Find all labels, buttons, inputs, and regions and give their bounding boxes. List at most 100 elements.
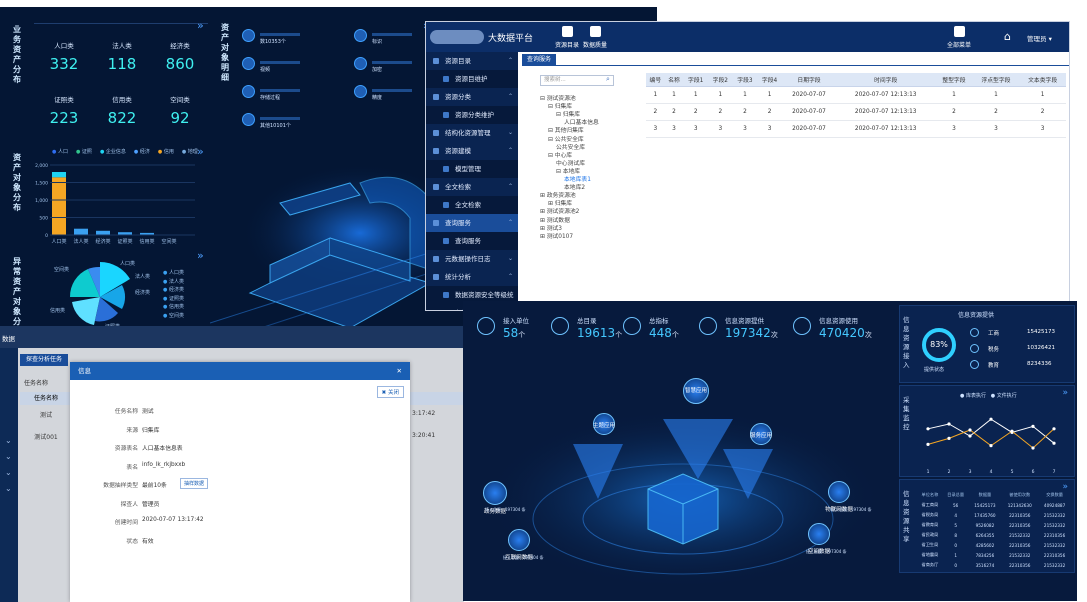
stats-panel: 人口类 332 法人类 118 经济类 860 证照类 223 信用类 822 空间类 92 [34, 23, 208, 141]
detail-bar [260, 89, 300, 92]
expand-icon[interactable]: » [197, 19, 204, 32]
column-header[interactable]: 文本类字段 [1019, 73, 1066, 87]
monitor-point [1052, 427, 1056, 431]
sidebar-item-label: 全文检索 [445, 183, 471, 191]
share-cell: 省民政局 [921, 532, 939, 537]
column-header[interactable]: 字段4 [757, 73, 782, 87]
sidebar-item[interactable]: 查询服务 [426, 232, 518, 250]
field-value: 有效 [142, 538, 154, 545]
hub-node-icon[interactable] [483, 481, 507, 505]
task-window-header: 数据 [0, 326, 464, 348]
share-row[interactable]: 省卫生局 0 4285602 22310356 21532332 [917, 540, 1071, 550]
legend-item: ● 企业信息 [99, 149, 126, 155]
table-cell: 1 [708, 86, 733, 104]
sidebar-item[interactable]: 资源目录 ⌃ [426, 52, 518, 70]
submenu-icon [443, 166, 449, 172]
tab-query-service[interactable]: 查询服务 [522, 54, 556, 66]
ring-label: 提供状态 [924, 367, 945, 373]
share-row[interactable]: 省商务厅 0 3516274 22310356 21532332 [917, 560, 1071, 570]
column-header[interactable]: 时间字段 [836, 73, 936, 87]
hub-node-icon[interactable] [828, 481, 850, 503]
table-cell: 1 [664, 86, 684, 104]
stat-value: 822 [107, 109, 137, 127]
expand-icon[interactable]: » [197, 145, 204, 158]
hub-node-icon[interactable] [508, 529, 530, 551]
sidebar-item[interactable]: 资源目维护 [426, 70, 518, 88]
table-row[interactable]: 1 1 1 1 1 1 2020-07-07 2020-07-07 12:13:13 1 1 1 [646, 86, 1066, 104]
detail-bar [260, 33, 300, 36]
pie-legend-item: ● 证照类 [163, 295, 184, 302]
share-row[interactable]: 省教育局 5 9526082 22310356 21532332 [917, 520, 1071, 530]
table-row[interactable]: 3 3 3 3 3 3 2020-07-07 2020-07-07 12:13:13 3 3 3 [646, 120, 1066, 138]
column-header[interactable]: 名称 [664, 73, 684, 87]
all-menu-button[interactable]: 全部菜单 [941, 26, 977, 49]
column-header[interactable]: 日期字段 [781, 73, 837, 87]
task-row-name[interactable]: 测试001 [20, 432, 72, 441]
kpi-card: 信息资源使用 470420次 [793, 313, 888, 349]
share-cell: 省商务厅 [921, 562, 939, 567]
progress-ring: 83% [922, 328, 956, 362]
access-item-icon [970, 360, 979, 369]
share-cell: 4285602 [975, 542, 995, 548]
share-row[interactable]: 省税务局 4 17435760 22310356 21532332 [917, 510, 1071, 520]
table-cell: 2020-07-07 12:13:13 [836, 120, 936, 138]
monitor-title: 采集监控 [903, 396, 910, 431]
share-cell: 0 [954, 542, 957, 548]
column-header[interactable]: 编号 [646, 73, 665, 87]
user-menu[interactable]: 管理员 ▾ [1027, 33, 1052, 43]
info-dialog: 信息 ✕ ✖ 关闭 任务名称 测试 来源 归集库 资源表名 人口基本信息表 表名 info_l… [70, 362, 410, 602]
column-header[interactable]: 字段3 [732, 73, 758, 87]
share-cell: 1 [954, 552, 957, 558]
kpi-icon [477, 317, 495, 335]
field-value: 人口基本信息表 [142, 446, 183, 452]
table-cell: 2 [664, 103, 684, 121]
share-row[interactable]: 省地震局 1 7834256 21532332 22310356 [917, 550, 1071, 560]
hub-node-icon[interactable] [808, 523, 830, 545]
chevron-icon: ⌃ [507, 93, 513, 100]
tab-analysis-task[interactable]: 探查分析任务 [20, 354, 68, 366]
sidebar-item[interactable]: 资源建模 ⌃ [426, 142, 518, 160]
sidebar-item[interactable]: 模型管理 [426, 160, 518, 178]
column-header[interactable]: 整型字段 [935, 73, 973, 87]
share-cell: 21532332 [1043, 512, 1066, 518]
stat-label: 空间类 [170, 96, 190, 104]
sample-data-button[interactable]: 抽样数据 [180, 478, 209, 489]
sidebar-item[interactable]: 元数据操作日志 ⌄ [426, 250, 518, 268]
chevron-down-icon[interactable]: ⌄ ⌄ ⌄ ⌄ [0, 433, 18, 497]
stat-label: 经济类 [170, 42, 190, 50]
share-row[interactable]: 省工商局 56 15425173 121342630 40924887 [917, 500, 1071, 510]
close-icon[interactable]: ✕ [397, 362, 402, 380]
legend-item: ● 经济 [133, 149, 150, 155]
task-row-name[interactable]: 测试 [20, 410, 72, 419]
sidebar-item[interactable]: 结构化资源管理 ⌄ [426, 124, 518, 142]
home-icon[interactable]: ⌂ [1004, 30, 1011, 43]
column-header[interactable]: 字段1 [683, 73, 708, 87]
x-tick-label: 7 [1053, 469, 1056, 474]
close-button[interactable]: ✖ 关闭 [376, 386, 404, 398]
search-icon[interactable]: ⌕ [606, 75, 610, 84]
kpi-number: 19613 [577, 326, 616, 340]
pie-label: 空间类 [54, 267, 70, 273]
kpi-number: 470420 [819, 326, 865, 340]
sidebar-item[interactable]: 查询服务 ⌃ [426, 214, 518, 232]
form-label: 任务名称 [24, 380, 49, 387]
share-cell: 22310356 [1009, 512, 1031, 518]
share-row[interactable]: 省民政局 8 6264355 21532332 22310356 [917, 530, 1071, 540]
sidebar-item[interactable]: 资源分类 ⌃ [426, 88, 518, 106]
sidebar-item[interactable]: 统计分析 ⌃ [426, 268, 518, 286]
share-col-header: 单位名称 [921, 492, 939, 497]
menu-data-quality[interactable]: 数据质量 [577, 26, 613, 49]
sidebar-item[interactable]: 全文检索 ⌃ [426, 178, 518, 196]
share-cell: 22310356 [1043, 552, 1066, 558]
table-row[interactable]: 2 2 2 2 2 2 2020-07-07 2020-07-07 12:13:13 2 2 2 [646, 103, 1066, 121]
table-cell: 2 [972, 103, 1020, 121]
expand-icon[interactable]: » [1062, 388, 1068, 398]
kpi-unit: 个 [518, 331, 526, 339]
expand-icon[interactable]: » [197, 249, 204, 262]
tree-node[interactable]: ⊞ 测试0107 [540, 231, 573, 240]
sidebar-item[interactable]: 资源分类维护 [426, 106, 518, 124]
sidebar-item[interactable]: 全文检索 [426, 196, 518, 214]
tree-search-input[interactable]: 搜索树... [540, 75, 614, 86]
column-header[interactable]: 浮点型字段 [972, 73, 1020, 87]
column-header[interactable]: 字段2 [708, 73, 733, 87]
